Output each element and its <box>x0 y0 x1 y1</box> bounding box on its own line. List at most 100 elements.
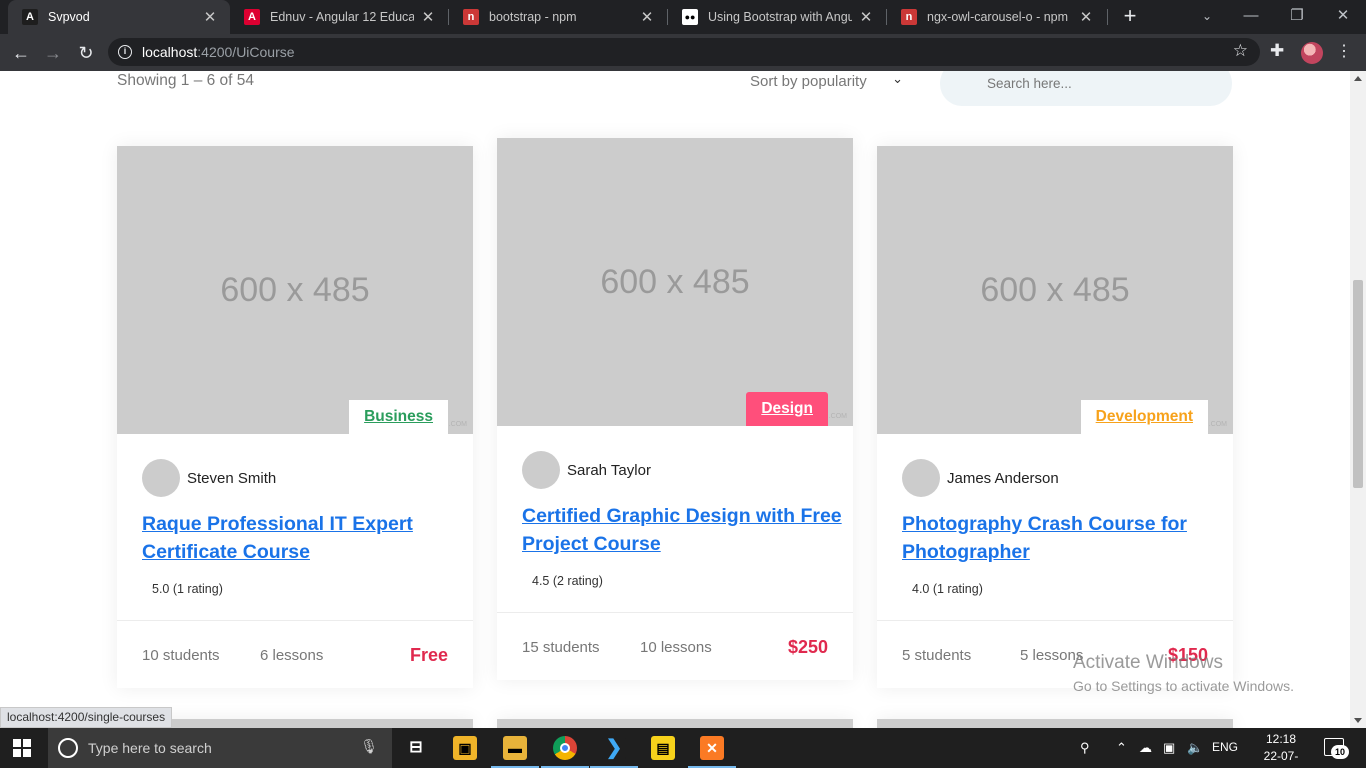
course-rating: 5.0 (1 rating) <box>152 582 223 596</box>
course-image-placeholder[interactable]: 600 x 485 .COM Business <box>117 146 473 434</box>
course-image-placeholder[interactable] <box>877 719 1233 728</box>
tab-title: ngx-owl-carousel-o - npm <box>927 10 1069 24</box>
site-info-icon[interactable]: i <box>118 45 132 59</box>
tab-separator <box>1107 9 1108 25</box>
input-language[interactable]: ENG <box>1212 740 1238 754</box>
course-title-link[interactable]: Raque Professional IT Expert Certificate… <box>142 510 462 566</box>
action-center-icon[interactable]: 10 <box>1324 738 1349 759</box>
course-title-link[interactable]: Photography Crash Course for Photographe… <box>902 510 1222 566</box>
course-title-link[interactable]: Certified Graphic Design with Free Proje… <box>522 502 842 558</box>
url-text[interactable]: localhost:4200/UiCourse <box>142 44 295 60</box>
scrollbar-thumb[interactable] <box>1353 280 1363 488</box>
course-image-placeholder[interactable]: 600 x 485 .COM Design <box>497 138 853 426</box>
tab-bootstrap-npm[interactable]: n bootstrap - npm ✕ <box>449 0 667 34</box>
course-card[interactable]: 600 x 485 .COM Business Steven Smith Raq… <box>117 146 473 688</box>
profile-avatar[interactable] <box>1301 42 1323 64</box>
url-host: localhost <box>142 44 198 60</box>
course-card[interactable]: 600 x 485 .COM Design Sarah Taylor Certi… <box>497 138 853 680</box>
author-name: Steven Smith <box>187 470 277 487</box>
image-size-label: 600 x 485 <box>980 270 1130 309</box>
restore-button[interactable]: ❐ <box>1283 5 1311 27</box>
clock-date: 22-07-2021 <box>1263 749 1299 768</box>
close-tab-icon[interactable]: ✕ <box>202 8 218 26</box>
tab-bootstrap-angular[interactable]: ●● Using Bootstrap with Angular ✕ <box>668 0 886 34</box>
page-scrollbar[interactable] <box>1350 71 1366 728</box>
author-name: James Anderson <box>947 470 1059 487</box>
card-body: James Anderson Photography Crash Course … <box>877 434 1233 620</box>
network-icon[interactable]: ▣ <box>1163 740 1175 756</box>
sticky-notes-icon[interactable]: ▤ <box>651 736 675 760</box>
close-tab-icon[interactable]: ✕ <box>420 8 436 26</box>
author-avatar <box>142 459 180 497</box>
category-badge[interactable]: Business <box>349 400 448 434</box>
new-tab-button[interactable]: + <box>1118 5 1142 29</box>
image-size-label: 600 x 485 <box>220 270 370 309</box>
scroll-up-arrow-icon[interactable] <box>1354 76 1362 81</box>
chrome-icon[interactable] <box>541 736 589 768</box>
link-status-bubble: localhost:4200/single-courses <box>0 707 173 728</box>
clock-time: 12:18 <box>1265 732 1297 746</box>
course-search[interactable] <box>940 71 1232 106</box>
taskbar-search[interactable]: Type here to search 🎙 <box>48 728 392 768</box>
card-body: Steven Smith Raque Professional IT Exper… <box>117 434 473 620</box>
tab-ednuv[interactable]: A Ednuv - Angular 12 Education ✕ <box>230 0 448 34</box>
students-count: 10 students <box>142 647 220 664</box>
author-avatar <box>902 459 940 497</box>
course-card[interactable] <box>877 719 1233 728</box>
url-path: :4200/UiCourse <box>197 44 295 60</box>
reload-icon[interactable]: ↻ <box>73 40 99 66</box>
page-viewport: Showing 1 – 6 of 54 Sort by popularity ⌄… <box>0 71 1350 728</box>
xampp-icon[interactable]: ✕ <box>688 736 736 768</box>
medium-icon: ●● <box>682 9 698 25</box>
tab-title: Using Bootstrap with Angular <box>708 10 852 24</box>
students-count: 15 students <box>522 639 600 656</box>
forward-icon[interactable]: → <box>40 40 66 66</box>
file-explorer-icon[interactable]: ▬ <box>491 736 539 768</box>
browser-tab-strip: A Svpvod ✕ A Ednuv - Angular 12 Educatio… <box>0 0 1366 34</box>
sort-dropdown[interactable]: Sort by popularity ⌄ <box>750 71 905 90</box>
course-image-placeholder[interactable] <box>497 719 853 728</box>
back-icon[interactable]: ← <box>8 40 34 66</box>
browser-menu-icon[interactable]: ⋮ <box>1336 41 1352 61</box>
results-count: Showing 1 – 6 of 54 <box>117 72 255 89</box>
close-window-button[interactable]: ✕ <box>1329 5 1357 27</box>
task-view-icon[interactable]: ⊟ <box>404 736 428 760</box>
activate-title: Activate Windows <box>1073 652 1223 673</box>
course-card[interactable] <box>497 719 853 728</box>
scroll-down-arrow-icon[interactable] <box>1354 718 1362 723</box>
address-bar[interactable]: i localhost:4200/UiCourse ☆ <box>108 38 1260 66</box>
tab-svpvod[interactable]: A Svpvod ✕ <box>8 0 230 34</box>
browser-toolbar: ← → ↻ i localhost:4200/UiCourse ☆ ✚ ⋮ <box>0 34 1366 71</box>
store-icon[interactable]: ▣ <box>453 736 477 760</box>
show-hidden-icons-chevron[interactable]: ⌃ <box>1116 740 1127 756</box>
bookmark-star-icon[interactable]: ☆ <box>1233 41 1248 61</box>
system-clock[interactable]: 12:18 22-07-2021 <box>1255 731 1307 768</box>
category-badge[interactable]: Development <box>1080 400 1208 434</box>
tab-ngx-owl-carousel[interactable]: n ngx-owl-carousel-o - npm ✕ <box>887 0 1106 34</box>
category-badge[interactable]: Design <box>746 392 828 426</box>
close-tab-icon[interactable]: ✕ <box>639 8 655 26</box>
card-footer: 15 students 10 lessons $250 <box>497 612 853 680</box>
course-image-placeholder[interactable]: 600 x 485 .COM Development <box>877 146 1233 434</box>
author-name: Sarah Taylor <box>567 462 651 479</box>
close-tab-icon[interactable]: ✕ <box>1078 8 1094 26</box>
tab-search-icon[interactable]: ⌄ <box>1193 5 1221 27</box>
minimize-button[interactable]: — <box>1237 5 1265 27</box>
search-input[interactable] <box>987 73 1217 93</box>
onedrive-icon[interactable]: ☁ <box>1139 740 1152 756</box>
placeholder-watermark: .COM <box>1208 421 1227 428</box>
lessons-count: 6 lessons <box>260 647 324 664</box>
angular-icon: A <box>244 9 260 25</box>
extensions-puzzle-icon[interactable]: ✚ <box>1270 41 1284 61</box>
vscode-icon[interactable]: ❯ <box>590 736 638 768</box>
activate-windows-watermark: Activate Windows Go to Settings to activ… <box>1073 652 1294 694</box>
close-tab-icon[interactable]: ✕ <box>858 8 874 26</box>
windows-start-icon[interactable] <box>13 739 31 757</box>
people-icon[interactable]: ⚲ <box>1080 740 1090 756</box>
course-card[interactable]: 600 x 485 .COM Development James Anderso… <box>877 146 1233 688</box>
placeholder-watermark: .COM <box>828 413 847 420</box>
npm-icon: n <box>463 9 479 25</box>
chevron-down-icon: ⌄ <box>892 71 903 86</box>
volume-icon[interactable]: 🔈 <box>1187 740 1203 756</box>
microphone-icon[interactable]: 🎙 <box>360 738 378 755</box>
